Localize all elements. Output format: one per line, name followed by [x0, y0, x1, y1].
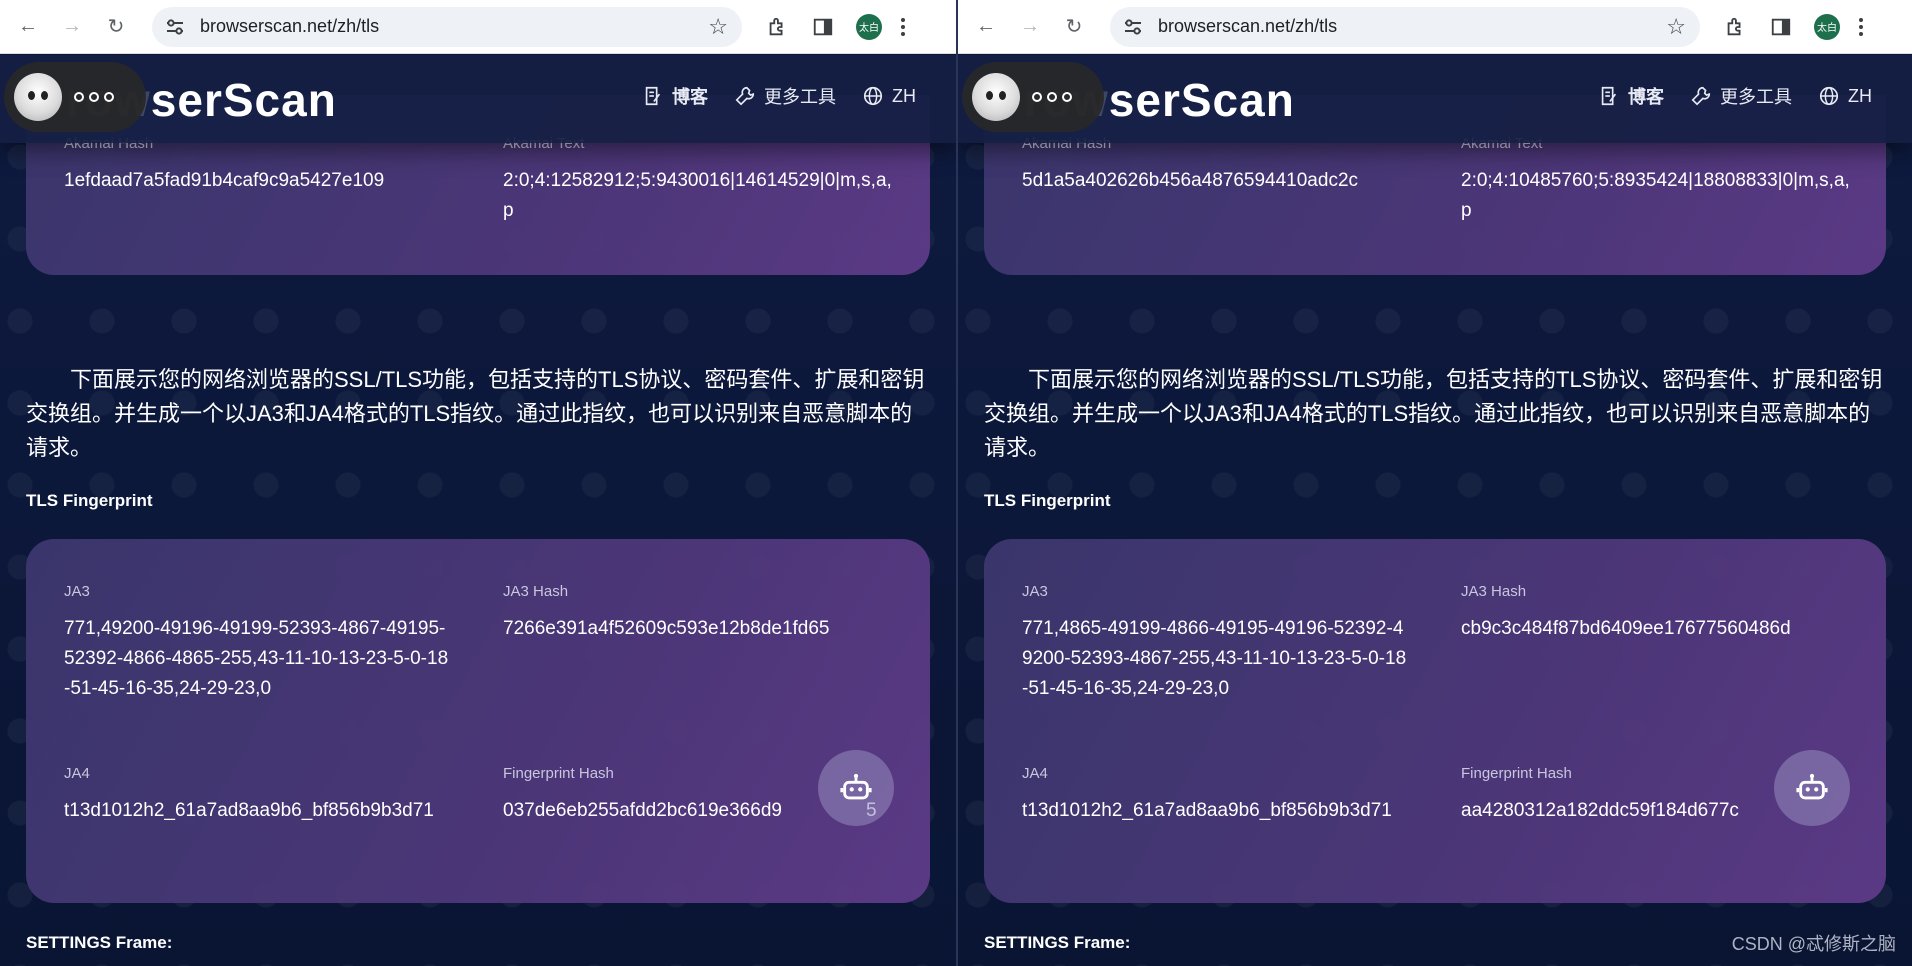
nav-more-tools[interactable]: 更多工具: [1690, 83, 1792, 109]
url-text[interactable]: browserscan.net/zh/tls: [200, 16, 708, 37]
nav-blog-label: 博客: [672, 87, 708, 107]
logo-text: serScan: [1108, 74, 1295, 126]
page-content: rowserScan 博客 更多工具 ZH: [0, 55, 956, 966]
akamai-hash-value: 5d1a5a402626b456a4876594410adc2c: [1022, 170, 1359, 191]
nav-more-tools-label: 更多工具: [764, 87, 836, 107]
akamai-text-value: 2:0;4:10485760;5:8935424|18808833|0|m,s,…: [1461, 170, 1850, 221]
settings-frame-title: SETTINGS Frame:: [984, 933, 1131, 952]
nav-blog[interactable]: 博客: [642, 83, 708, 109]
csdn-watermark: CSDN @忒修斯之脑: [1731, 934, 1896, 954]
more-options-icon[interactable]: [1032, 92, 1072, 102]
address-bar[interactable]: browserscan.net/zh/tls ☆: [152, 6, 742, 47]
address-bar[interactable]: browserscan.net/zh/tls ☆: [1110, 6, 1700, 47]
nav-more-tools[interactable]: 更多工具: [734, 83, 836, 109]
profile-avatar[interactable]: 太白: [856, 13, 882, 40]
ja3-hash-label: JA3 Hash: [503, 583, 569, 600]
akamai-hash-value: 1efdaad7a5fad91b4caf9c9a5427e109: [64, 170, 385, 191]
fingerprint-hash-visible: 037de6eb255afdd2bc619e366d9: [503, 800, 782, 821]
chatbot-button[interactable]: [818, 750, 894, 826]
nav-blog-label: 博客: [1628, 87, 1664, 107]
ja3-hash-field: JA3 Hash cb9c3c484f87bd6409ee17677560486…: [1461, 583, 1861, 644]
wrench-icon: [735, 86, 755, 106]
wrench-icon: [1691, 86, 1711, 106]
ja3-field: JA3 771,4865-49199-4866-49195-49196-5239…: [1022, 583, 1412, 704]
floating-assistant-pill[interactable]: [962, 62, 1104, 132]
browser-toolbar: ← → ↻ browserscan.net/zh/tls ☆ 太白: [0, 0, 956, 54]
floating-assistant-pill[interactable]: [4, 62, 146, 132]
top-nav: 博客 更多工具 ZH: [1598, 83, 1872, 109]
mascot-avatar: [972, 73, 1020, 121]
tls-fingerprint-card: JA3 771,49200-49196-49199-52393-4867-491…: [26, 539, 930, 903]
site-settings-icon[interactable]: [166, 18, 184, 35]
menu-kebab-icon[interactable]: [900, 17, 906, 36]
browser-window-right: ← → ↻ browserscan.net/zh/tls ☆ 太白 rowser…: [956, 0, 1912, 966]
side-panel-icon[interactable]: [810, 14, 836, 40]
mascot-avatar: [14, 73, 62, 121]
intro-paragraph: 下面展示您的网络浏览器的SSL/TLS功能，包括支持的TLS协议、密码套件、扩展…: [984, 367, 1883, 460]
nav-language[interactable]: ZH: [862, 85, 916, 107]
ja3-label: JA3: [64, 583, 90, 600]
url-text[interactable]: browserscan.net/zh/tls: [1158, 16, 1666, 37]
ja3-value: 771,49200-49196-49199-52393-4867-49195-5…: [64, 618, 449, 699]
chatbot-button[interactable]: [1774, 750, 1850, 826]
intro-paragraph: 下面展示您的网络浏览器的SSL/TLS功能，包括支持的TLS协议、密码套件、扩展…: [26, 367, 925, 460]
ja3-field: JA3 771,49200-49196-49199-52393-4867-491…: [64, 583, 454, 704]
ja4-field: JA4 t13d1012h2_61a7ad8aa9b6_bf856b9b3d71: [1022, 765, 1412, 826]
akamai-text-value: 2:0;4:12582912;5:9430016|14614529|0|m,s,…: [503, 170, 892, 221]
nav-language-label: ZH: [1848, 85, 1872, 106]
akamai-text-field: Akamai Text 2:0;4:10485760;5:8935424|188…: [1461, 135, 1853, 226]
globe-icon: [1819, 86, 1839, 106]
ja3-hash-value: 7266e391a4f52609c593e12b8de1fd65: [503, 618, 830, 639]
akamai-hash-field: Akamai Hash 1efdaad7a5fad91b4caf9c9a5427…: [64, 135, 464, 196]
top-nav: 博客 更多工具 ZH: [642, 83, 916, 109]
tls-fingerprint-card: JA3 771,4865-49199-4866-49195-49196-5239…: [984, 539, 1886, 903]
side-panel-icon[interactable]: [1768, 14, 1794, 40]
ja4-label: JA4: [64, 765, 90, 782]
logo-text: serScan: [150, 74, 337, 126]
settings-frame-title: SETTINGS Frame:: [26, 933, 173, 952]
reload-icon[interactable]: ↻: [1060, 13, 1088, 41]
forward-arrow-icon[interactable]: →: [58, 13, 86, 41]
robot-icon: [840, 773, 872, 800]
menu-kebab-icon[interactable]: [1858, 17, 1864, 36]
bookmark-star-icon[interactable]: ☆: [708, 14, 728, 40]
ja4-value: t13d1012h2_61a7ad8aa9b6_bf856b9b3d71: [1022, 800, 1392, 821]
blog-icon: [1601, 86, 1617, 106]
ja4-label: JA4: [1022, 765, 1048, 782]
blog-icon: [645, 86, 661, 106]
ja3-hash-field: JA3 Hash 7266e391a4f52609c593e12b8de1fd6…: [503, 583, 903, 644]
tls-fingerprint-title: TLS Fingerprint: [984, 491, 1111, 510]
browser-toolbar: ← → ↻ browserscan.net/zh/tls ☆ 太白: [958, 0, 1912, 54]
tls-fingerprint-title: TLS Fingerprint: [26, 491, 153, 510]
robot-icon: [1796, 773, 1828, 800]
back-arrow-icon[interactable]: ←: [14, 13, 42, 41]
site-settings-icon[interactable]: [1124, 18, 1142, 35]
nav-blog[interactable]: 博客: [1598, 83, 1664, 109]
page-content: rowserScan 博客 更多工具 ZH: [958, 55, 1912, 966]
ja3-value: 771,4865-49199-4866-49195-49196-52392-49…: [1022, 618, 1407, 699]
extensions-icon[interactable]: [1722, 14, 1748, 40]
akamai-text-field: Akamai Text 2:0;4:12582912;5:9430016|146…: [503, 135, 895, 226]
back-arrow-icon[interactable]: ←: [972, 13, 1000, 41]
browser-window-left: ← → ↻ browserscan.net/zh/tls ☆ 太白 rowser…: [0, 0, 956, 966]
ja3-label: JA3: [1022, 583, 1048, 600]
nav-language[interactable]: ZH: [1818, 85, 1872, 107]
more-options-icon[interactable]: [74, 92, 114, 102]
ja4-value: t13d1012h2_61a7ad8aa9b6_bf856b9b3d71: [64, 800, 434, 821]
profile-avatar[interactable]: 太白: [1814, 13, 1840, 40]
fingerprint-hash-visible: aa4280312a182ddc59f184d677c: [1461, 800, 1739, 821]
nav-language-label: ZH: [892, 85, 916, 106]
extensions-icon[interactable]: [764, 14, 790, 40]
ja3-hash-label: JA3 Hash: [1461, 583, 1527, 600]
ja4-field: JA4 t13d1012h2_61a7ad8aa9b6_bf856b9b3d71: [64, 765, 454, 826]
akamai-hash-field: Akamai Hash 5d1a5a402626b456a4876594410a…: [1022, 135, 1422, 196]
ja3-hash-value: cb9c3c484f87bd6409ee17677560486d: [1461, 618, 1791, 639]
forward-arrow-icon[interactable]: →: [1016, 13, 1044, 41]
bookmark-star-icon[interactable]: ☆: [1666, 14, 1686, 40]
nav-more-tools-label: 更多工具: [1720, 87, 1792, 107]
globe-icon: [863, 86, 883, 106]
reload-icon[interactable]: ↻: [102, 13, 130, 41]
